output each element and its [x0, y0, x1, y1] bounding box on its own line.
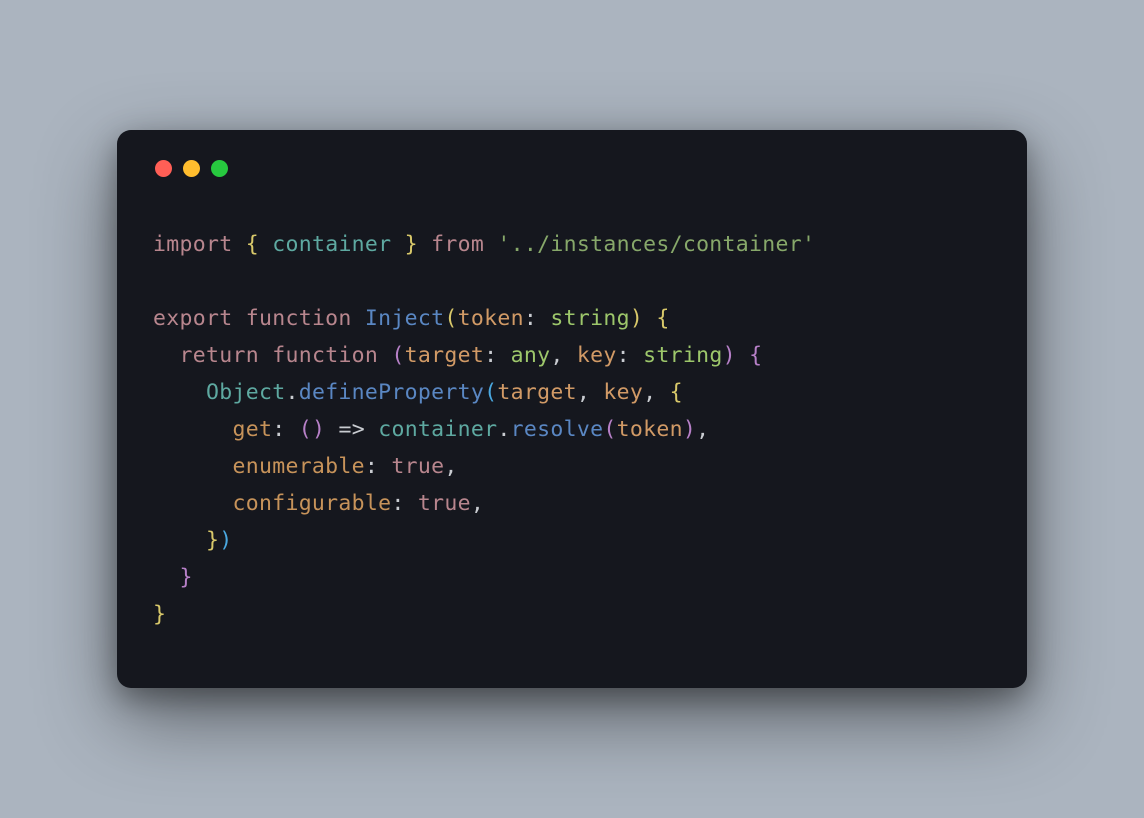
maximize-icon[interactable]	[211, 160, 228, 177]
arg-target: target	[497, 380, 576, 405]
close-icon[interactable]	[155, 160, 172, 177]
keyword-import: import	[153, 232, 232, 257]
bool-true-1: true	[391, 454, 444, 479]
prop-get: get	[232, 417, 272, 442]
prop-configurable: configurable	[232, 491, 391, 516]
code-block: import { container } from '../instances/…	[153, 227, 991, 634]
method-resolve: resolve	[511, 417, 604, 442]
identifier-container: container	[272, 232, 391, 257]
identifier-inject: Inject	[365, 306, 444, 331]
param-token: token	[458, 306, 524, 331]
type-any: any	[511, 343, 551, 368]
identifier-container-2: container	[378, 417, 497, 442]
type-string-2: string	[643, 343, 722, 368]
keyword-return: return	[180, 343, 259, 368]
minimize-icon[interactable]	[183, 160, 200, 177]
arg-key: key	[603, 380, 643, 405]
prop-enumerable: enumerable	[232, 454, 364, 479]
code-window: import { container } from '../instances/…	[117, 130, 1027, 688]
string-path: '../instances/container'	[497, 232, 815, 257]
keyword-from: from	[431, 232, 484, 257]
identifier-object: Object	[206, 380, 285, 405]
method-defineproperty: defineProperty	[299, 380, 484, 405]
arg-token: token	[617, 417, 683, 442]
bool-true-2: true	[418, 491, 471, 516]
keyword-export: export	[153, 306, 232, 331]
keyword-function: function	[246, 306, 352, 331]
keyword-function-inner: function	[272, 343, 378, 368]
type-string: string	[550, 306, 629, 331]
traffic-lights	[155, 160, 991, 177]
param-key: key	[577, 343, 617, 368]
param-target: target	[405, 343, 484, 368]
